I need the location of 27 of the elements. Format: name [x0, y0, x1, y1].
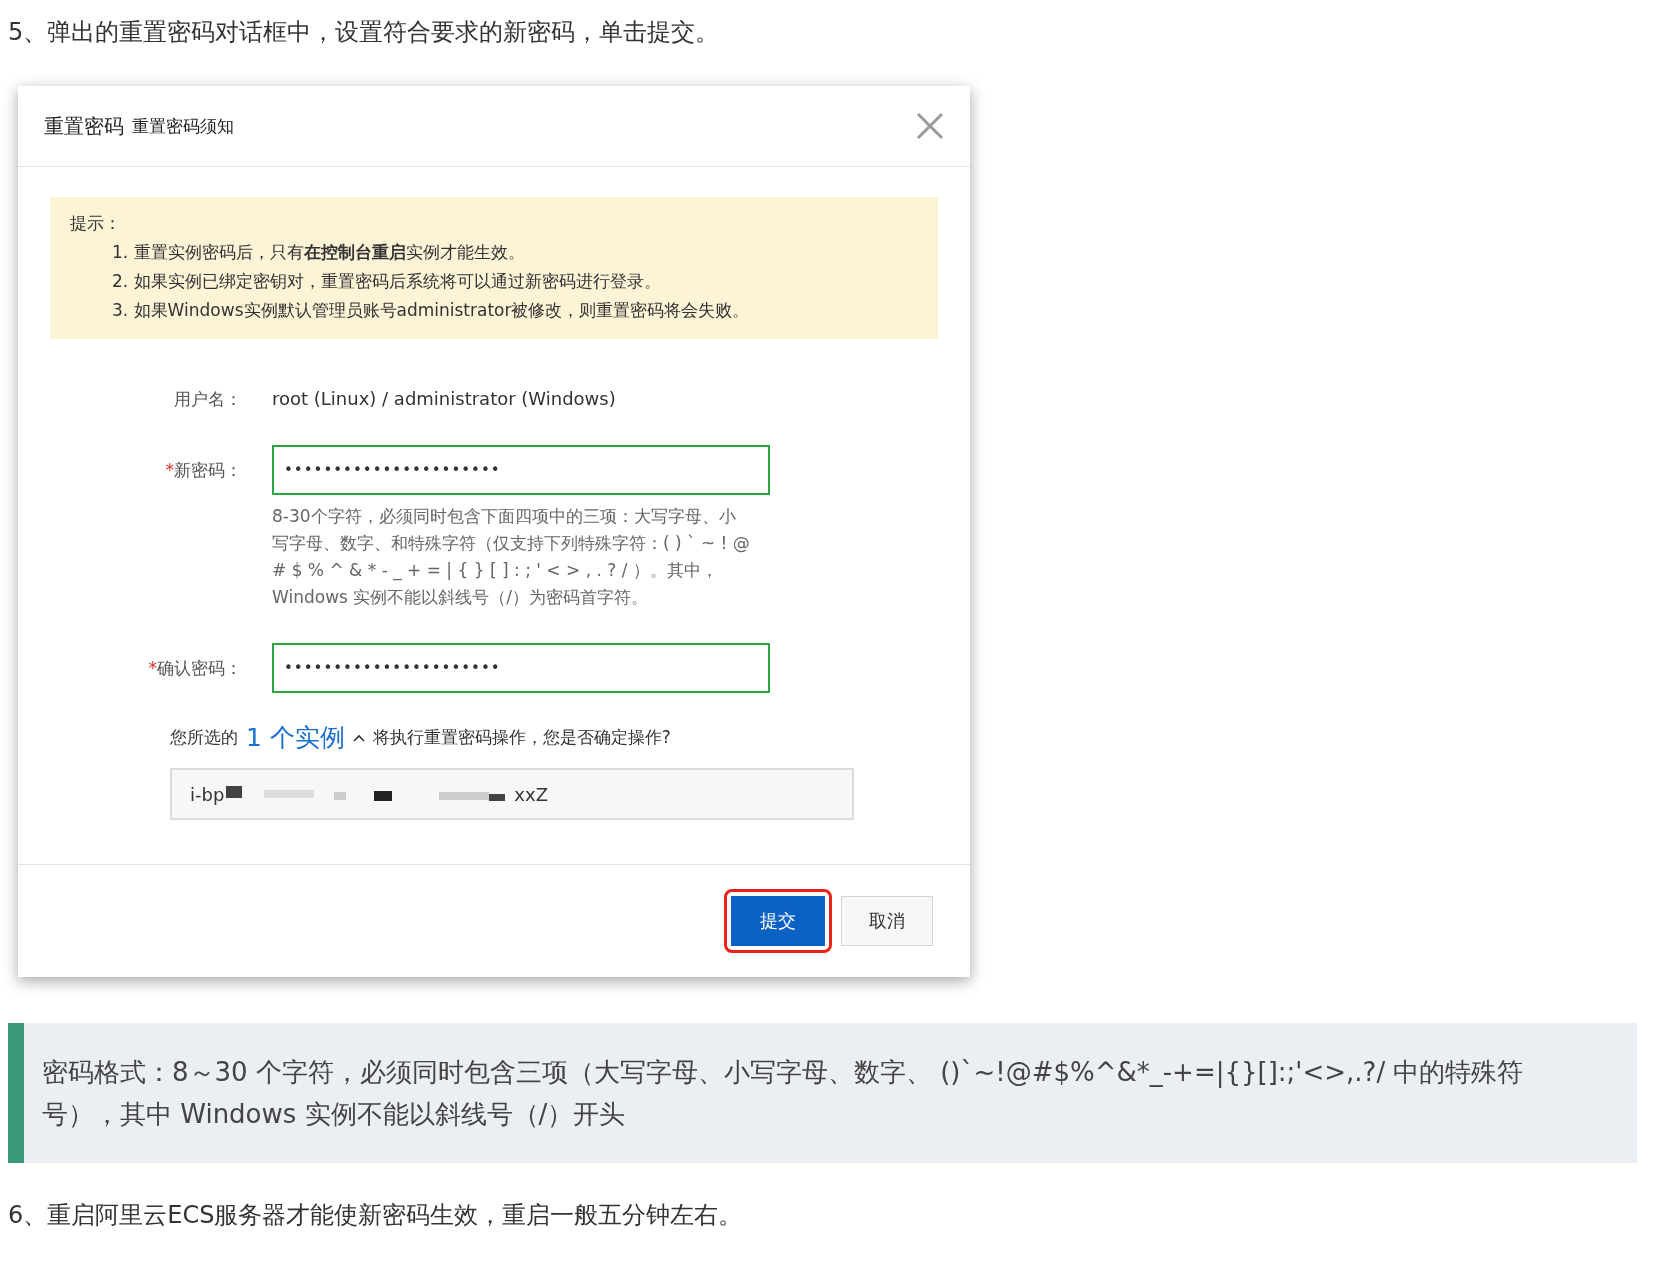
field-label: 用户名：: [174, 389, 242, 409]
instance-id: i-bp: [190, 783, 225, 805]
notice-item: 1. 重置实例密码后，只有在控制台重启实例才能生效。: [111, 241, 526, 264]
dialog-subtitle: 重置密码须知: [132, 114, 234, 138]
notice-item: 3. 如果Windows实例默认管理员账号administrator被修改，则重置密码将会失败。: [111, 299, 751, 322]
field-label: 新密码：: [174, 460, 242, 480]
username-value: root (Linux) / administrator (Windows): [272, 387, 616, 411]
confirm-text: 您所选的: [170, 726, 238, 749]
cancel-button[interactable]: 取消: [841, 896, 933, 946]
chevron-up-icon[interactable]: [352, 733, 365, 742]
step-text: 6、重启阿里云ECS服务器才能使新密码生效，重启一般五分钟左右。: [8, 1200, 744, 1231]
close-icon[interactable]: [916, 112, 944, 140]
step-text: 5、弹出的重置密码对话框中，设置符合要求的新密码，单击提交。: [8, 17, 721, 48]
submit-button[interactable]: 提交: [731, 896, 825, 946]
notice-heading: 提示：: [70, 212, 122, 235]
dialog-title: 重置密码: [44, 112, 124, 140]
password-field[interactable]: ••••••••••••••••••••••: [272, 445, 770, 495]
required-mark: *: [165, 460, 174, 480]
password-help-text: 8-30个字符，必须同时包含下面四项中的三项：大写字母、小写字母、数字、和特殊字符（仅支持下列特殊字符：( ) ` ~ ! @ # $ % ^ & * - _ + = | { } [ ] : ; ' < > , . ? / ）。其中，Windows 实例不能以斜线号（/）为密码首字符。: [272, 505, 751, 609]
required-mark: *: [148, 658, 157, 678]
confirm-text: 将执行重置密码操作，您是否确定操作?: [372, 726, 671, 749]
instances-link[interactable]: 1 个实例: [246, 721, 345, 754]
field-label: 确认密码：: [157, 658, 242, 678]
notice-item: 2. 如果实例已绑定密钥对，重置密码后系统将可以通过新密码进行登录。: [111, 270, 662, 293]
note-text: 密码格式：8～30 个字符，必须同时包含三项（大写字母、小写字母、数字、 ()`~!@#$%^&*_-+=|{}[]:;'<>,.?/ 中的特殊符号），其中 Windows 实例不能以斜线号（/）开头: [42, 1056, 1525, 1131]
instance-id: xxZ: [514, 783, 548, 805]
confirm-password-field[interactable]: ••••••••••••••••••••••: [272, 643, 770, 693]
